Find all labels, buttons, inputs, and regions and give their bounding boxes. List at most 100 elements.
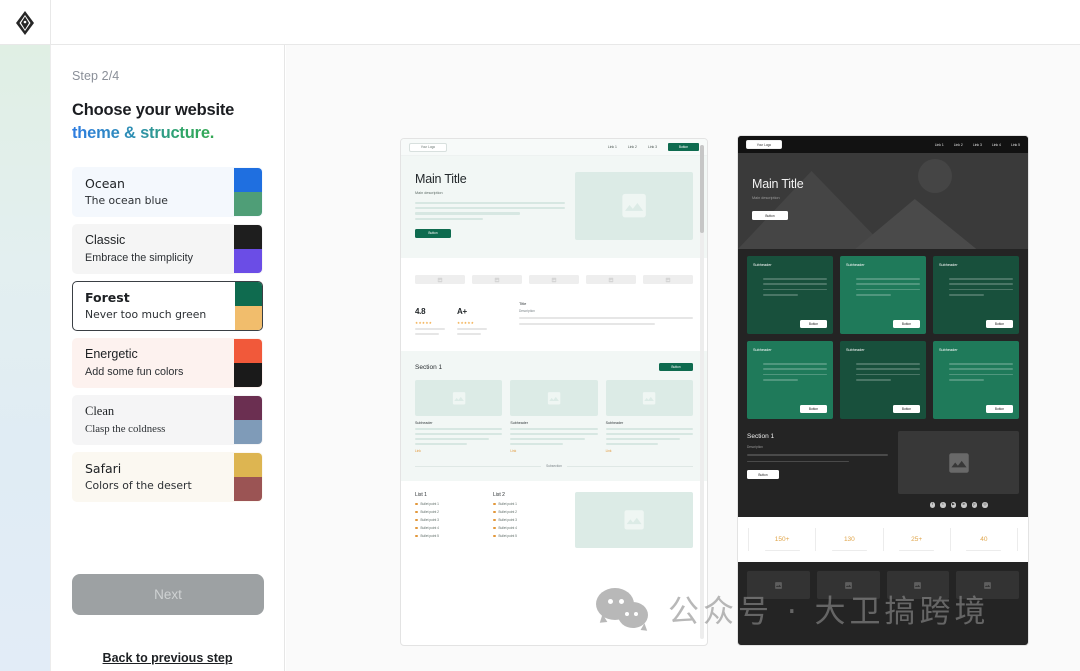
dark-preview-stat-value: 25+ [911,535,923,543]
theme-option-forest[interactable]: Forest Never too much green [72,280,263,331]
swatch-secondary [234,362,262,387]
theme-option-safari[interactable]: Safari Colors of the desert [72,451,263,502]
dark-preview-card-grid: Subheader Button Subheader Button Subheader B… [738,249,1028,419]
app-logo-button[interactable] [0,0,51,45]
dark-preview-stat-value: 130 [843,535,855,543]
dark-preview-hero-title: Main Title [752,177,804,191]
dark-preview-nav-link: Link 4 [991,142,1001,147]
list-title: List 1 [415,492,427,498]
light-preview-section-button: Button [659,363,693,371]
dark-preview-section-desc: Description [747,445,763,449]
light-preview-stats-row: 4.8 ★★★★★ A+ ★★★★★ Title Description [401,284,707,351]
dark-preview-stat: 40 [949,527,1018,552]
light-preview-logo-strip [401,258,707,284]
theme-option-name: Energetic [85,347,138,362]
theme-option-name: Clean [85,404,115,419]
image-icon [452,391,465,405]
dark-preview-stat-value: 40 [980,535,988,543]
dark-preview-card: Subheader Button [747,256,833,334]
light-preview-card: Subheader Link [510,380,598,453]
card-image-placeholder [510,380,598,416]
dark-preview-section-image-placeholder [898,431,1019,494]
light-preview-card: Subheader Link [605,380,693,453]
light-preview-subsection-label: Subsection [546,464,562,468]
dark-preview-hero: Main Title Main description Button [738,153,1028,249]
image-icon [624,510,644,530]
light-preview-list: List 1 Bullet point 1 Bullet point 2 Bullet… [415,492,479,548]
card-text-lines [753,363,827,381]
theme-option-ocean[interactable]: Ocean The ocean blue [72,166,263,217]
card-subheader: Subheader [510,421,528,425]
light-preview-section-title: Section 1 [415,363,443,371]
pinterest-icon: p [971,502,978,508]
light-preview-nav-links: Link 1 Link 2 Link 3 [608,145,657,149]
dark-preview-footer-image [886,571,950,600]
light-preview-list: List 2 Bullet point 1 Bullet point 2 Bullet… [493,492,557,548]
light-preview-nav-link: Link 1 [607,145,617,149]
card-subheader: Subheader [846,348,865,352]
card-link: Link [510,449,517,453]
list-item: Bullet point 3 [415,518,479,522]
swatch-primary [234,224,262,249]
theme-option-classic[interactable]: Classic Embrace the simplicity [72,223,263,274]
theme-color-swatches [234,224,262,273]
next-button[interactable]: Next [72,574,264,615]
list-item: Bullet point 2 [493,510,557,514]
card-button: Button [800,320,827,328]
dark-preview-card: Subheader Button [840,341,926,419]
top-bar [0,0,1080,45]
theme-option-energetic[interactable]: Energetic Add some fun colors [72,337,263,388]
light-preview-card: Subheader Link [415,380,503,453]
linkedin-icon: in [961,502,967,508]
card-button: Button [893,320,920,328]
swatch-primary [234,338,262,363]
preview-canvas: Your Logo Link 1 Link 2 Link 3 Button Main… [286,45,1080,671]
light-theme-preview[interactable]: Your Logo Link 1 Link 2 Link 3 Button Main… [400,138,708,646]
dark-preview-card: Subheader Button [840,256,926,334]
swatch-secondary [234,248,262,273]
light-preview-brand-placeholder [415,275,465,284]
dark-preview-social-icons: f t ▶ in p ◎ [898,494,1019,517]
headline-line-2: theme & structure. [72,122,214,145]
card-text-lines [846,363,920,381]
dark-preview-card: Subheader Button [747,341,833,419]
list-item: Bullet point 5 [493,534,557,538]
dark-theme-preview[interactable]: Your Logo Link 1 Link 2 Link 3 Link 4 Link 5… [737,135,1029,646]
page-title: Choose your website theme & structure. [72,99,263,146]
dark-preview-footer-image [747,571,810,600]
dark-preview-nav-link: Link 1 [934,142,944,147]
left-gradient-rail [0,45,51,671]
card-link: Link [605,449,612,453]
light-preview-stat-wide-title: Title [519,301,527,306]
list-item: Bullet point 1 [415,502,479,506]
light-preview-card-grid: Subheader Link Subheader Link Subheader Link [415,380,693,453]
card-subheader: Subheader [753,263,772,267]
card-subheader: Subheader [753,348,772,352]
list-item: Bullet point 4 [415,526,479,530]
twitter-icon: t [940,502,946,508]
light-preview-stat-wide: Title Description [499,301,693,335]
light-preview-section-1: Section 1 Button Subheader Link Subheader L… [401,351,707,481]
dark-preview-logo: Your Logo [746,140,782,149]
dark-preview-stat: 25+ [882,527,950,552]
dark-preview-card: Subheader Button [933,256,1019,334]
theme-option-clean[interactable]: Clean Clasp the coldness [72,394,263,445]
theme-option-list: Ocean The ocean blue Classic Embrace the si… [72,166,263,502]
light-preview-stat-stars: ★★★★★ [457,321,475,325]
theme-option-name: Ocean [85,176,125,192]
light-preview-list-image-placeholder [575,492,693,548]
light-preview-stat: 4.8 ★★★★★ [415,301,445,335]
dark-preview-nav-link: Link 3 [972,142,982,147]
theme-option-desc: Never too much green [85,307,207,321]
light-preview-scrollbar[interactable] [700,145,704,639]
image-icon [622,194,646,218]
card-subheader: Subheader [939,263,958,267]
list-item: Bullet point 5 [415,534,479,538]
dark-preview-hero-button: Button [752,211,788,220]
dark-preview-nav-links: Link 1 Link 2 Link 3 Link 4 Link 5 [935,143,1020,147]
dark-preview-stat: 150+ [748,527,815,552]
theme-option-name: Safari [85,461,122,477]
theme-color-swatches [234,167,262,216]
back-to-previous-step-link[interactable]: Back to previous step [51,651,284,665]
swatch-secondary [234,419,262,444]
